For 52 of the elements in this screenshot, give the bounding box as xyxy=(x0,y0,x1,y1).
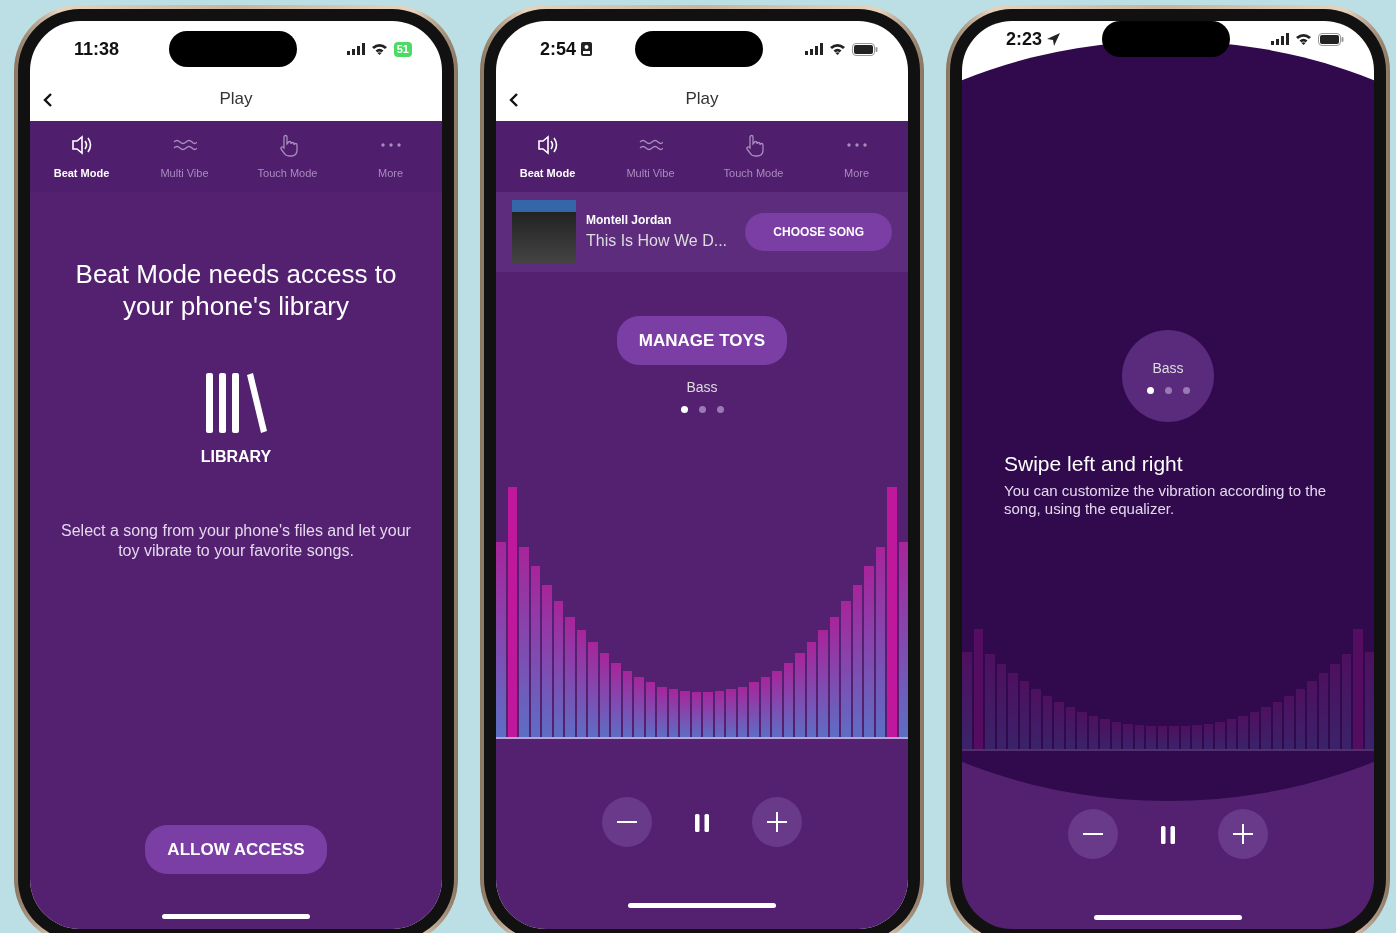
status-time: 11:38 xyxy=(74,37,120,61)
library-icon xyxy=(204,370,268,435)
manage-toys-button[interactable]: MANAGE TOYS xyxy=(616,315,788,365)
album-art-placeholder xyxy=(512,199,576,264)
speaker-icon xyxy=(535,133,560,157)
song-title: This Is How We D... xyxy=(586,230,729,251)
more-icon xyxy=(846,143,867,147)
battery-icon xyxy=(1318,32,1344,46)
prompt-description: Select a song from your phone's files and let your toy vibrate to your favorite songs. xyxy=(60,520,412,562)
preset-name: Bass xyxy=(686,378,718,397)
speaker-icon xyxy=(69,133,94,157)
preset-name: Bass xyxy=(1152,359,1184,378)
wifi-icon xyxy=(829,43,846,55)
mode-tab[interactable]: More xyxy=(805,133,908,182)
mode-tab[interactable]: Beat Mode xyxy=(30,133,133,182)
pause-icon xyxy=(694,813,710,832)
wifi-icon xyxy=(1295,33,1312,45)
mode-tab[interactable]: Touch Mode xyxy=(702,133,805,182)
location-arrow-icon xyxy=(1046,31,1062,47)
back-chevron-icon xyxy=(508,91,520,108)
mode-tab[interactable]: Multi Vibe xyxy=(133,133,236,182)
contact-card-icon xyxy=(580,41,594,57)
more-icon xyxy=(380,143,401,147)
screen-title: Play xyxy=(685,88,719,111)
mode-tab[interactable]: More xyxy=(339,133,442,182)
plus-icon xyxy=(1233,824,1253,844)
minus-icon xyxy=(1083,833,1103,835)
mode-tab[interactable]: Beat Mode xyxy=(496,133,599,182)
minus-icon xyxy=(617,821,637,823)
library-label: LIBRARY xyxy=(200,446,272,467)
signal-icon xyxy=(805,43,823,55)
battery-icon xyxy=(852,42,878,56)
tip-description: You can customize the vibration according to the song, using the equalizer. xyxy=(1004,481,1328,519)
tip-title: Swipe left and right xyxy=(1004,451,1183,477)
screen-title: Play xyxy=(219,88,253,111)
battery-level: 51 xyxy=(393,41,412,57)
plus-icon xyxy=(767,812,787,832)
pause-icon xyxy=(1160,825,1176,844)
wifi-icon xyxy=(370,43,388,55)
signal-icon xyxy=(346,43,365,55)
signal-icon xyxy=(1271,33,1289,45)
mode-tab[interactable]: Multi Vibe xyxy=(599,133,702,182)
status-time: 2:54 xyxy=(540,37,577,61)
choose-song-button[interactable]: CHOOSE SONG xyxy=(745,212,892,251)
allow-access-button[interactable]: ALLOW ACCESS xyxy=(145,824,327,874)
back-chevron-icon xyxy=(42,91,54,108)
prompt-heading: Beat Mode needs access to your phone's library xyxy=(74,257,398,323)
mode-tab[interactable]: Touch Mode xyxy=(236,133,339,182)
plus-button[interactable] xyxy=(1218,809,1268,859)
status-time: 2:23 xyxy=(1006,27,1043,51)
plus-button[interactable] xyxy=(752,797,802,847)
artist-name: Montell Jordan xyxy=(586,211,673,229)
